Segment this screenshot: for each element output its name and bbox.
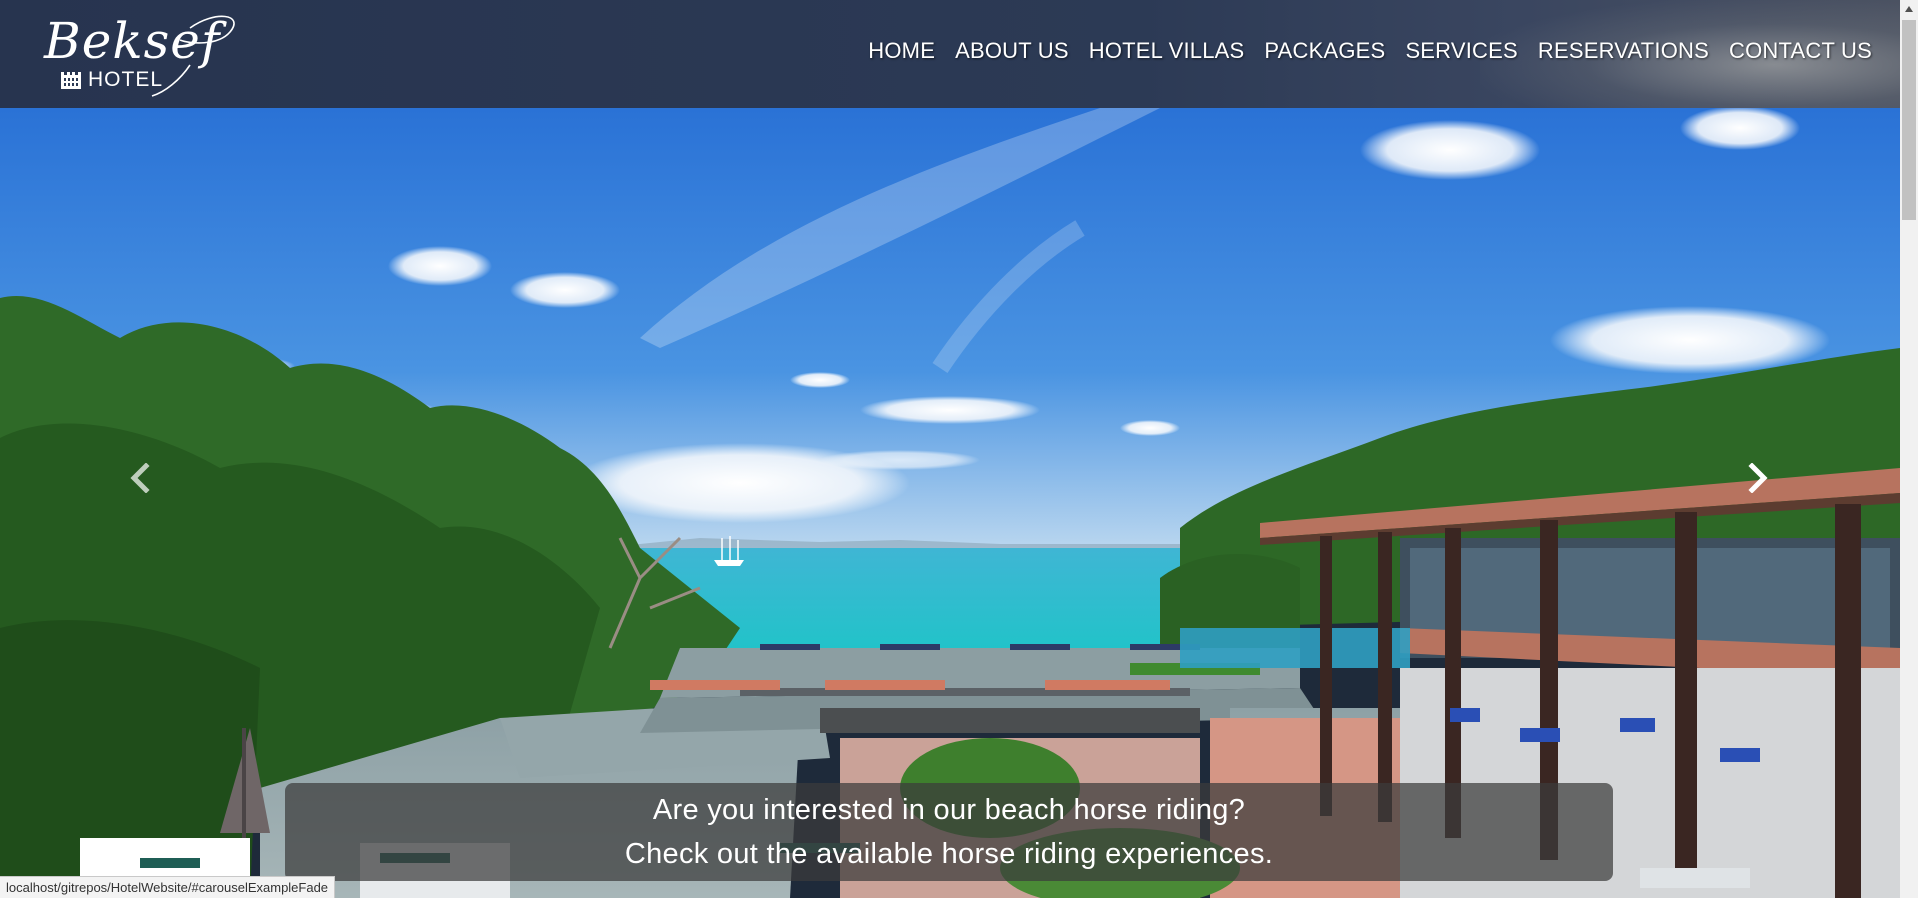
nav-services[interactable]: SERVICES xyxy=(1405,38,1517,64)
browser-status-bar: localhost/gitrepos/HotelWebsite/#carouse… xyxy=(0,876,336,898)
chevron-left-icon xyxy=(130,463,150,493)
nav-packages[interactable]: PACKAGES xyxy=(1264,38,1385,64)
carousel-slide-image xyxy=(0,108,1900,898)
logo-script-text: Beksef xyxy=(44,12,221,70)
carousel-next-button[interactable] xyxy=(1728,448,1788,508)
top-navbar: Beksef HOTEL HOME ABOUT US HOTEL VILLAS … xyxy=(0,0,1900,108)
logo-hotel-text: HOTEL xyxy=(88,68,164,91)
carousel-caption: Are you interested in our beach horse ri… xyxy=(285,783,1613,881)
arrow-up-icon xyxy=(1905,6,1913,12)
caption-line-1: Are you interested in our beach horse ri… xyxy=(652,794,1246,826)
castle-icon xyxy=(61,72,81,89)
logo-subtitle: HOTEL xyxy=(60,68,163,92)
hotel-logo[interactable]: Beksef HOTEL xyxy=(40,10,250,98)
chevron-right-icon xyxy=(1748,463,1768,493)
vertical-scrollbar[interactable] xyxy=(1900,0,1918,898)
hero-carousel: Are you interested in our beach horse ri… xyxy=(0,108,1900,898)
nav-home[interactable]: HOME xyxy=(868,38,935,64)
nav-reservations[interactable]: RESERVATIONS xyxy=(1538,38,1709,64)
scrollbar-thumb[interactable] xyxy=(1902,20,1916,220)
scroll-up-button[interactable] xyxy=(1900,0,1918,18)
nav-contact-us[interactable]: CONTACT US xyxy=(1729,38,1872,64)
nav-about-us[interactable]: ABOUT US xyxy=(955,38,1069,64)
carousel-prev-button[interactable] xyxy=(110,448,170,508)
main-nav: HOME ABOUT US HOTEL VILLAS PACKAGES SERV… xyxy=(868,38,1872,64)
caption-line-2: Check out the available horse riding exp… xyxy=(624,838,1274,870)
nav-hotel-villas[interactable]: HOTEL VILLAS xyxy=(1089,38,1245,64)
